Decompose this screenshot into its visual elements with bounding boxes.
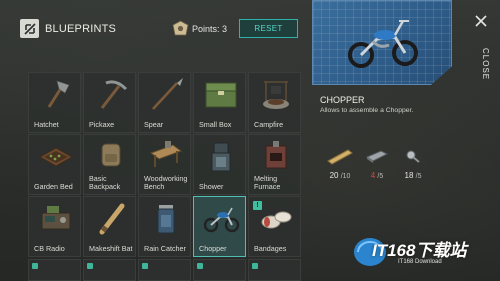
watermark-subtext: IT168 Download xyxy=(398,259,442,265)
resource-requirement: 18 /5 xyxy=(393,147,433,183)
blueprint-item-cb-radio[interactable]: CB Radio xyxy=(28,196,81,257)
watermark-text: IT168下载站 xyxy=(372,241,467,260)
blueprint-item-spear[interactable]: Spear xyxy=(138,72,191,133)
blueprint-grid: Hatchet Pickaxe Spear Small Box Campfire… xyxy=(28,72,301,257)
resource-requirement: 4 /5 xyxy=(357,147,397,183)
selected-blueprint-description: Allows to assemble a Chopper. xyxy=(320,107,414,114)
blueprint-label: Bandages xyxy=(254,243,287,253)
shower-icon xyxy=(211,142,231,172)
reset-button[interactable]: RESET xyxy=(239,19,298,38)
bat-icon xyxy=(99,203,125,235)
blueprint-label: Chopper xyxy=(199,243,227,253)
blueprint-label: Small Box xyxy=(199,119,232,129)
blueprint-preview xyxy=(312,0,452,85)
blueprint-label: Melting Furnace xyxy=(254,173,281,191)
rain-catcher-icon xyxy=(157,205,175,234)
blueprint-item-shower[interactable]: Shower xyxy=(193,134,246,195)
blueprint-item[interactable] xyxy=(83,259,136,281)
points-icon xyxy=(172,20,189,36)
blueprint-item-basic-backpack[interactable]: Basic Backpack xyxy=(83,134,136,195)
blueprint-item-campfire[interactable]: Campfire xyxy=(248,72,301,133)
blueprint-label: Pickaxe xyxy=(89,119,115,129)
woodworking-bench-icon xyxy=(149,141,183,167)
backpack-icon xyxy=(101,143,121,167)
spear-icon xyxy=(152,78,183,110)
close-icon[interactable] xyxy=(473,13,489,29)
radio-icon xyxy=(41,206,71,230)
resource-have: 20 xyxy=(329,171,339,180)
blueprint-item[interactable] xyxy=(28,259,81,281)
selected-blueprint-name: CHOPPER xyxy=(320,95,365,105)
blueprint-label: Garden Bed xyxy=(34,181,73,191)
blueprint-label: Shower xyxy=(199,181,224,191)
blueprint-item[interactable] xyxy=(138,259,191,281)
garden-bed-icon xyxy=(38,147,74,167)
new-badge xyxy=(32,263,38,269)
blueprint-item-chopper[interactable]: Chopper xyxy=(193,196,246,257)
page-title: BLUEPRINTS xyxy=(45,23,117,35)
blueprint-item-pickaxe[interactable]: Pickaxe xyxy=(83,72,136,133)
blueprint-label: Hatchet xyxy=(34,119,59,129)
new-badge xyxy=(197,263,203,269)
small-box-icon xyxy=(205,82,237,108)
resource-need: /5 xyxy=(415,173,422,180)
new-badge xyxy=(252,263,258,269)
blueprint-item-hatchet[interactable]: Hatchet xyxy=(28,72,81,133)
resource-need: /5 xyxy=(377,173,384,180)
blueprint-item-makeshift-bat[interactable]: Makeshift Bat xyxy=(83,196,136,257)
resource-requirement: 20 /10 xyxy=(320,147,360,183)
blueprint-label: Makeshift Bat xyxy=(89,243,133,253)
new-badge xyxy=(142,263,148,269)
blueprint-label: Basic Backpack xyxy=(89,173,121,191)
blueprint-item-garden-bed[interactable]: Garden Bed xyxy=(28,134,81,195)
hatchet-icon xyxy=(47,80,70,108)
metal-bar-icon xyxy=(365,150,389,163)
close-button[interactable]: CLOSE xyxy=(472,48,490,84)
bandages-icon xyxy=(261,211,292,229)
blueprint-label: Woodworking Bench xyxy=(144,173,188,191)
blueprint-label: Rain Catcher xyxy=(144,243,186,253)
motorcycle-icon xyxy=(348,20,418,68)
blueprint-item-bandages[interactable]: ! Bandages xyxy=(248,196,301,257)
blueprint-item-small-box[interactable]: Small Box xyxy=(193,72,246,133)
resource-have: 4 xyxy=(370,171,376,180)
blueprint-grid-next-row xyxy=(28,259,301,281)
motorcycle-icon xyxy=(203,207,240,233)
blueprint-label: Spear xyxy=(144,119,164,129)
blueprints-icon xyxy=(20,19,39,38)
blueprint-label: Campfire xyxy=(254,119,284,129)
blueprint-item[interactable] xyxy=(193,259,246,281)
blueprint-item-woodworking-bench[interactable]: Woodworking Bench xyxy=(138,134,191,195)
points-value: Points: 3 xyxy=(192,24,228,34)
new-badge xyxy=(87,263,93,269)
blueprint-item[interactable] xyxy=(248,259,301,281)
blueprint-label: CB Radio xyxy=(34,243,65,253)
blueprint-item-rain-catcher[interactable]: Rain Catcher xyxy=(138,196,191,257)
furnace-icon xyxy=(265,141,287,169)
pickaxe-icon xyxy=(100,80,128,109)
resource-need: /10 xyxy=(340,173,351,180)
wood-plank-icon xyxy=(327,149,353,165)
campfire-icon xyxy=(263,81,289,109)
resource-have: 18 xyxy=(404,171,414,180)
blueprint-item-melting-furnace[interactable]: Melting Furnace xyxy=(248,134,301,195)
bolts-icon xyxy=(406,150,420,163)
